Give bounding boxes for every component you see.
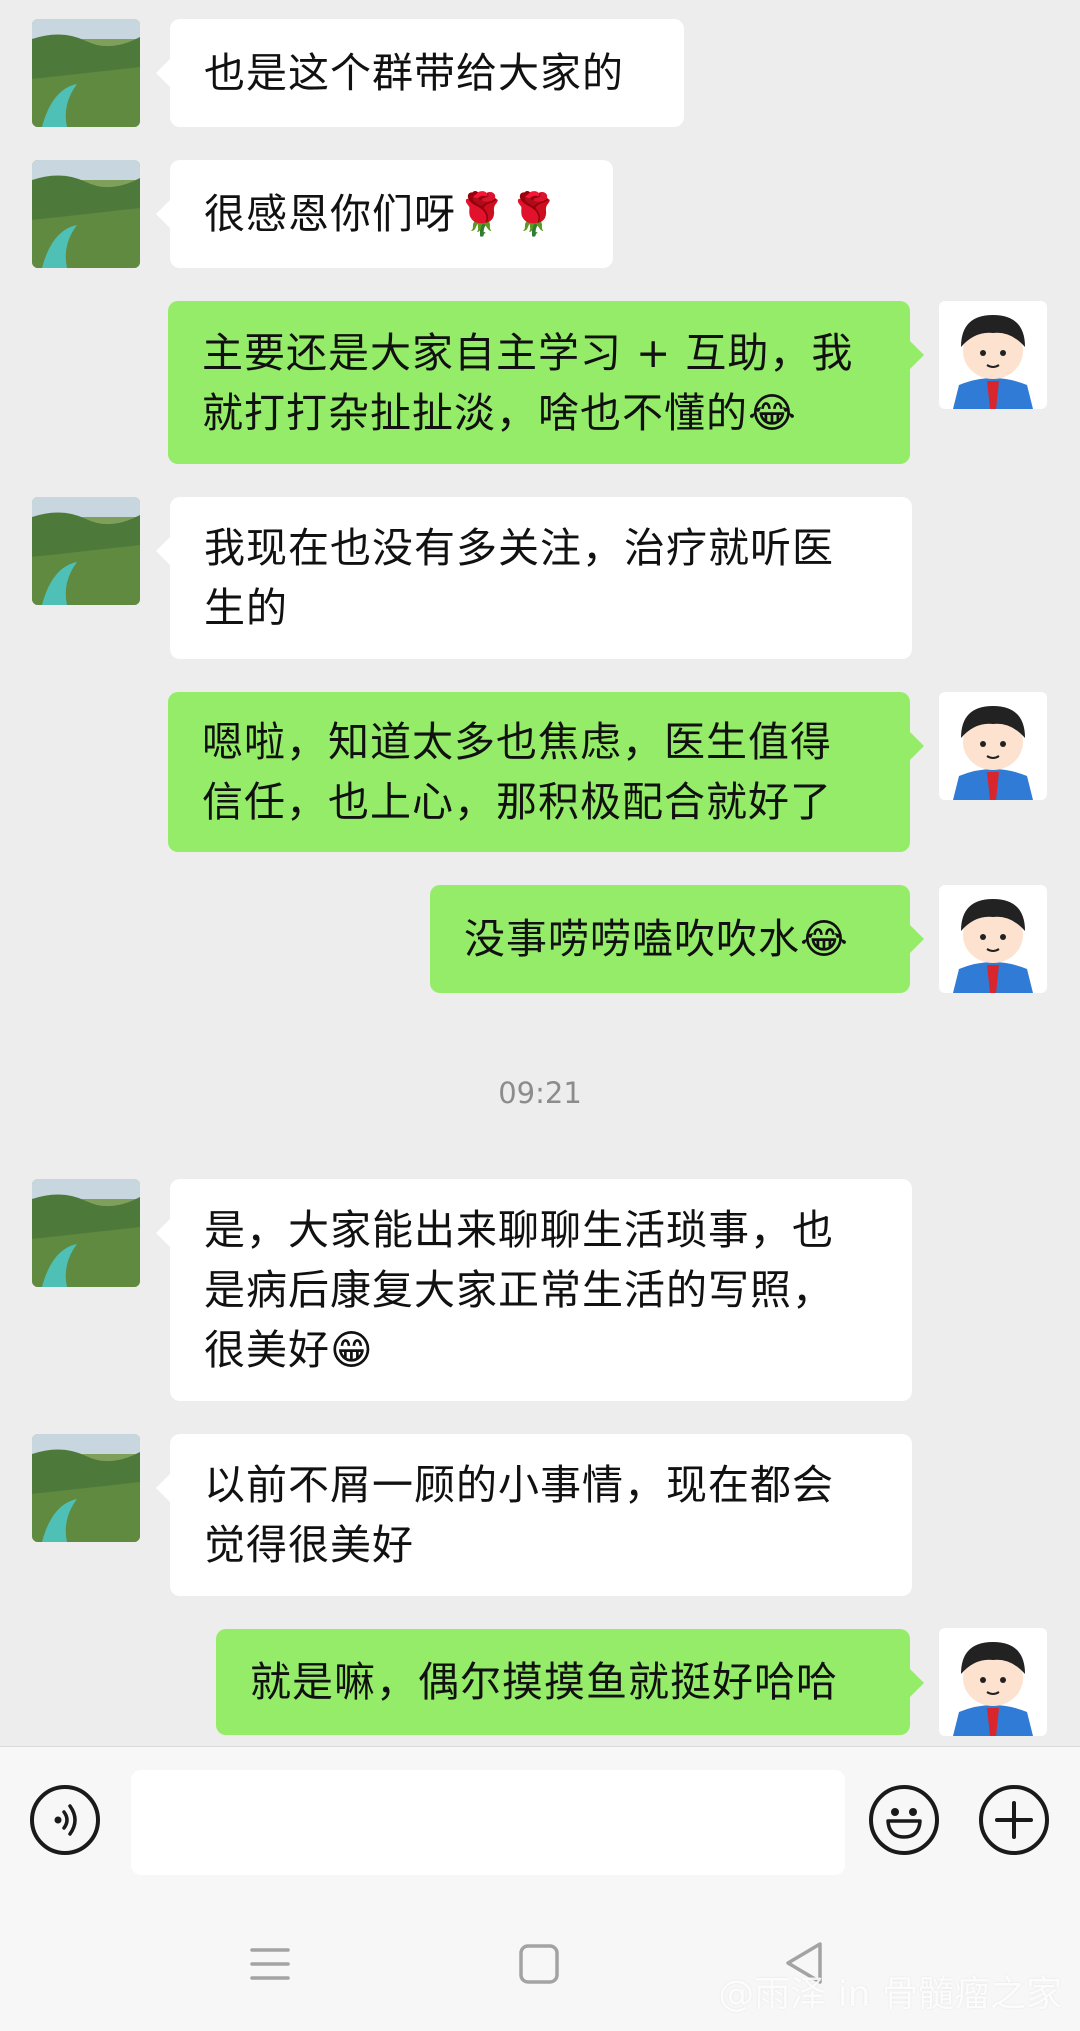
cartoon-boy-avatar-image [939,1628,1047,1736]
cartoon-boy-avatar-image [939,885,1047,993]
landscape-avatar-image [32,19,140,127]
menu-icon[interactable] [248,1942,292,1986]
cartoon-boy-avatar-image [939,692,1047,800]
message-bubble[interactable]: 没事唠唠嗑吹吹水😂 [430,885,924,993]
message-bubble[interactable]: 是，大家能出来聊聊生活琐事，也 是病后康复大家正常生活的写照， 很美好😁 [156,1179,912,1401]
emoji-button[interactable] [869,1785,939,1855]
message-timestamp: 09:21 [498,1076,582,1110]
voice-button[interactable] [30,1785,100,1855]
self-avatar[interactable] [939,692,1047,800]
message-bubble[interactable]: 以前不屑一顾的小事情，现在都会 觉得很美好 [156,1434,912,1596]
landscape-avatar-image [32,497,140,605]
system-navigation-bar: @雨泽 in 骨髓瘤之家 [0,1891,1080,2031]
self-avatar[interactable] [939,885,1047,993]
contact-avatar[interactable] [32,19,140,127]
message-text-input[interactable] [131,1770,845,1875]
message-input-bar [0,1746,1080,1892]
message-bubble[interactable]: 也是这个群带给大家的 [156,19,684,127]
landscape-avatar-image [32,1434,140,1542]
message-bubble[interactable]: 很感恩你们呀🌹🌹 [156,160,613,268]
watermark: @雨泽 in 骨髓瘤之家 [718,1974,1062,2015]
message-bubble[interactable]: 就是嘛，偶尔摸摸鱼就挺好哈哈 [216,1629,924,1735]
self-avatar[interactable] [939,1628,1047,1736]
chat-area[interactable]: 也是这个群带给大家的 很感恩你们呀🌹🌹 主要还是大家自主学习 + 互助，我 就打… [0,0,1080,1746]
contact-avatar[interactable] [32,497,140,605]
voice-icon [54,1804,77,1836]
message-bubble[interactable]: 嗯啦，知道太多也焦虑，医生值得 信任，也上心，那积极配合就好了 [168,692,924,852]
emoji-icon [886,1808,922,1839]
plus-button[interactable] [979,1785,1049,1855]
message-bubble[interactable]: 我现在也没有多关注，治疗就听医 生的 [156,497,912,659]
landscape-avatar-image [32,1179,140,1287]
contact-avatar[interactable] [32,1179,140,1287]
contact-avatar[interactable] [32,1434,140,1542]
cartoon-boy-avatar-image [939,301,1047,409]
self-avatar[interactable] [939,301,1047,409]
home-square-icon[interactable] [517,1942,561,1986]
landscape-avatar-image [32,160,140,268]
contact-avatar[interactable] [32,160,140,268]
message-bubble[interactable]: 主要还是大家自主学习 + 互助，我 就打打杂扯扯淡，啥也不懂的😂 [168,301,924,464]
plus-icon [995,1801,1033,1839]
